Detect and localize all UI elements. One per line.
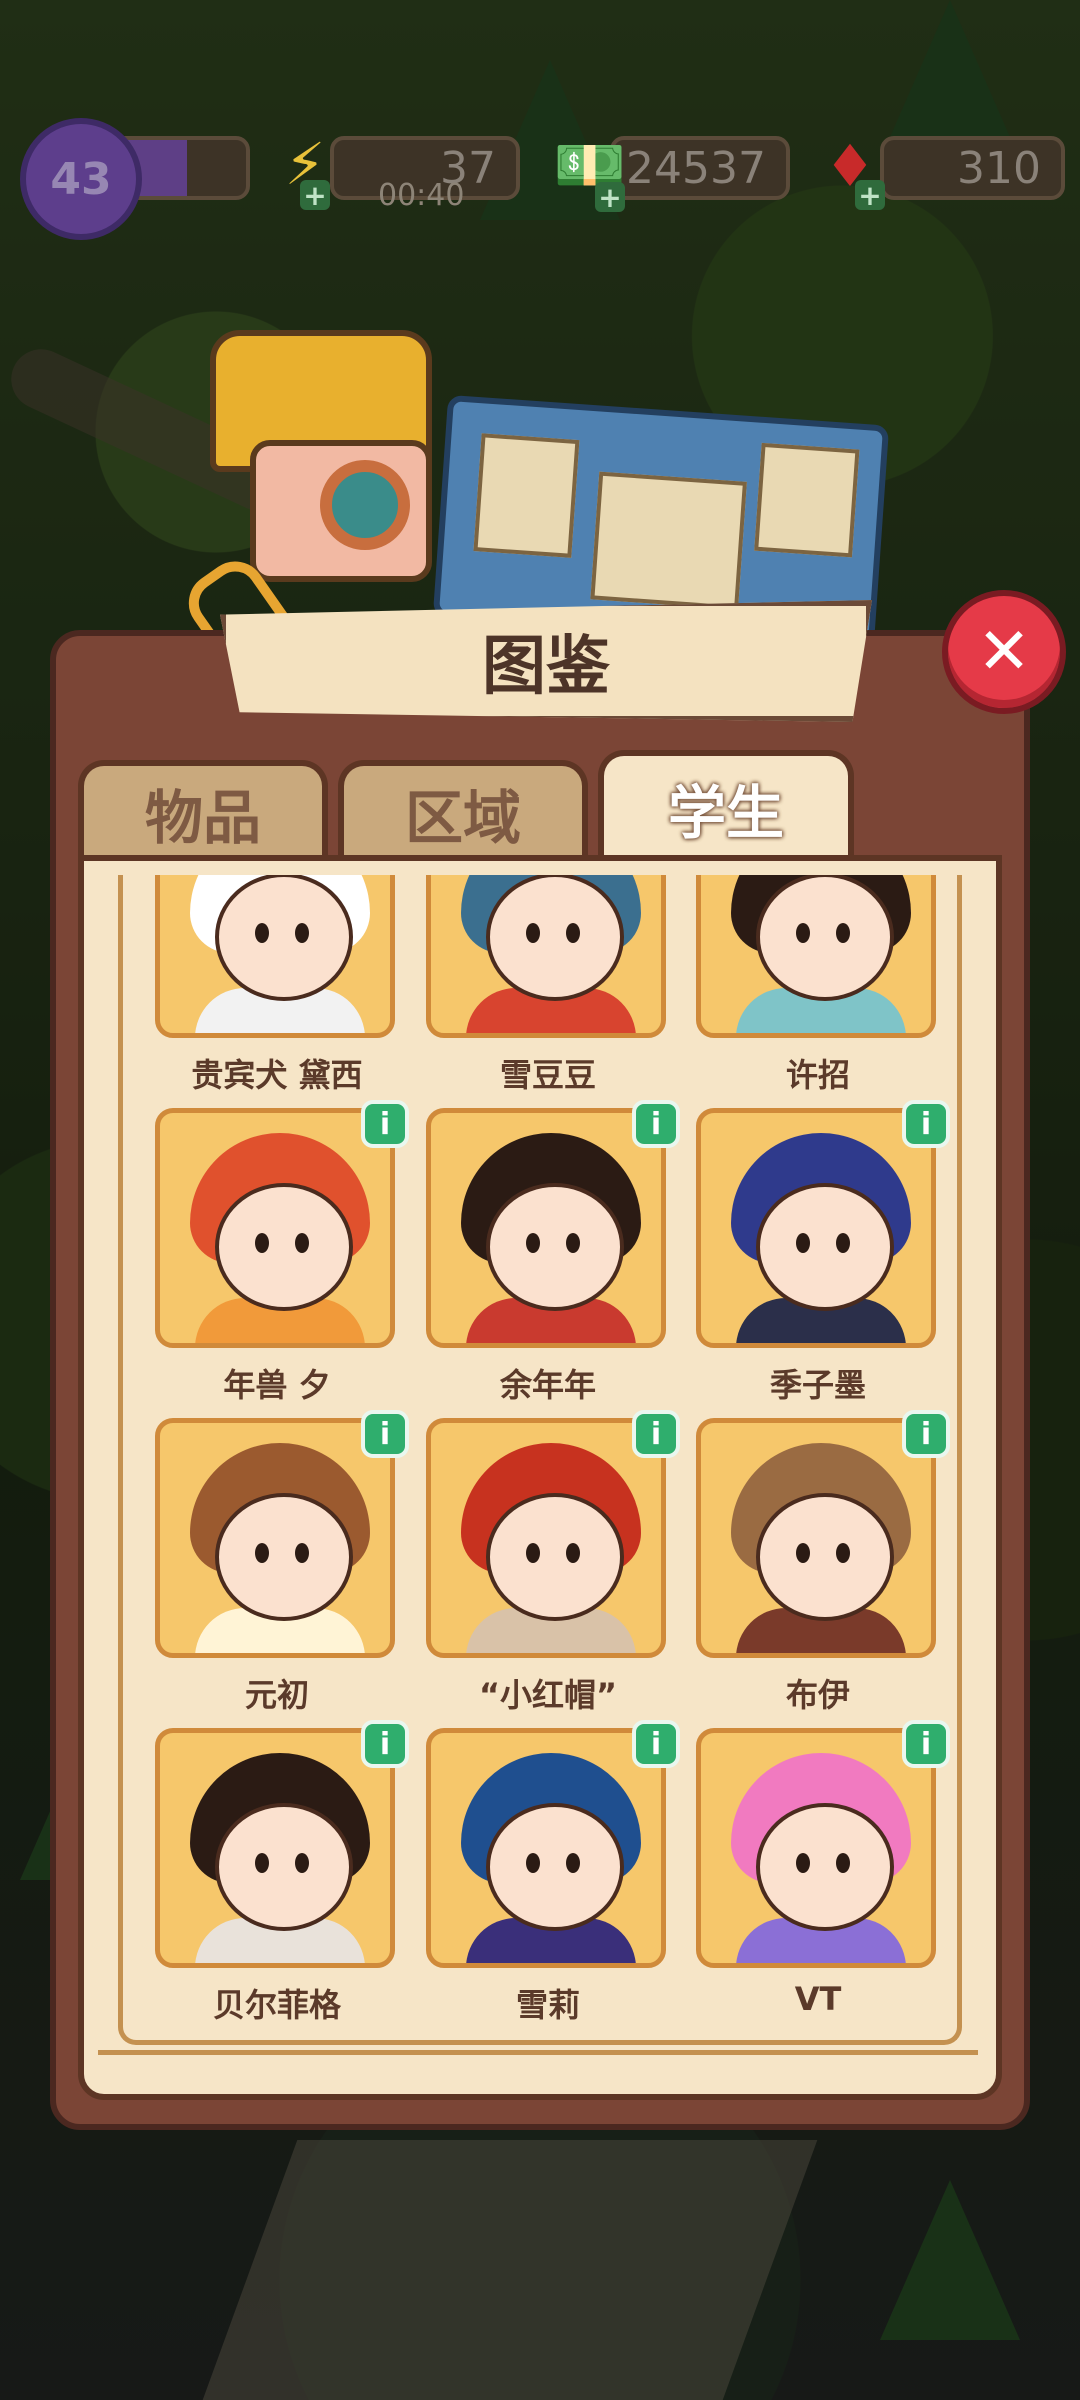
portrait-eye [836,1233,850,1253]
add-energy-button[interactable]: + [300,179,330,212]
student-portrait[interactable] [696,1108,936,1348]
student-name: VT [794,1980,842,2018]
add-gems-button[interactable]: + [855,179,885,212]
portrait-head [756,875,894,1001]
magnifier-illustration [320,460,410,550]
portrait-eye [836,1853,850,1873]
cash-value: 24537 [626,142,766,194]
portrait-head [215,1183,353,1311]
portrait-eye [566,923,580,943]
student-name: “小红帽” [478,1676,618,1714]
paper-note [473,433,580,558]
info-icon[interactable]: i [902,1100,950,1148]
student-portrait[interactable] [155,1108,395,1348]
portrait-eye [836,1543,850,1563]
energy-timer: 00:40 [378,178,465,213]
portrait-eye [566,1543,580,1563]
student-list-scroll[interactable]: 贵宾犬 黛西 雪豆豆 许招 i 年兽 夕 i 余年年 i 季子墨 i 元初 i “小红帽” i 布伊 i 贝尔菲… [118,875,962,2045]
student-name: 元初 [244,1676,309,1714]
portrait-eye [526,1233,540,1253]
portrait-head [756,1183,894,1311]
close-button[interactable]: ✕ [942,590,1066,714]
tab-students[interactable]: 学生 [598,750,854,860]
student-name: 贵宾犬 黛西 [191,1056,363,1094]
portrait-head [215,875,353,1001]
student-portrait[interactable] [696,1728,936,1968]
student-name: 雪莉 [515,1986,580,2024]
paper-note [590,471,747,610]
portrait-eye [566,1853,580,1873]
portrait-head [486,1183,624,1311]
info-icon[interactable]: i [902,1720,950,1768]
portrait-eye [836,923,850,943]
info-icon[interactable]: i [361,1720,409,1768]
info-icon[interactable]: i [902,1410,950,1458]
info-icon[interactable]: i [361,1410,409,1458]
portrait-eye [526,1853,540,1873]
student-name: 季子墨 [769,1366,866,1404]
student-name: 布伊 [785,1676,850,1714]
info-icon[interactable]: i [361,1100,409,1148]
student-name: 贝尔菲格 [212,1986,341,2024]
close-icon: ✕ [977,615,1031,689]
portrait-head [756,1803,894,1931]
top-hud: 43 ⚡ + 37 💵 + 24537 ♦ + 310 [0,118,1080,240]
portrait-eye [295,1233,309,1253]
portrait-eye [295,1543,309,1563]
tab-label: 物品 [144,784,261,852]
student-name: 余年年 [499,1366,596,1404]
portrait-head [486,1803,624,1931]
portrait-eye [526,1543,540,1563]
portrait-eye [796,923,810,943]
add-cash-button[interactable]: + [595,181,625,214]
student-portrait[interactable] [155,875,395,1038]
portrait-eye [796,1853,810,1873]
student-name: 许招 [785,1056,850,1094]
portrait-eye [255,1853,269,1873]
horizontal-scrollbar[interactable] [98,2050,978,2055]
level-badge[interactable]: 43 [20,118,142,240]
portrait-eye [796,1233,810,1253]
portrait-eye [526,923,540,943]
tab-label: 学生 [667,779,784,847]
gem-counter[interactable]: 310 [880,136,1065,200]
portrait-eye [255,1543,269,1563]
student-name: 年兽 夕 [223,1366,331,1404]
portrait-head [215,1803,353,1931]
portrait-head [486,1493,624,1621]
portrait-eye [566,1233,580,1253]
portrait-eye [796,1543,810,1563]
portrait-eye [295,1853,309,1873]
info-icon[interactable]: i [632,1100,680,1148]
tab-areas[interactable]: 区域 [338,760,588,860]
tab-items[interactable]: 物品 [78,760,328,860]
gem-value: 310 [957,142,1041,194]
portrait-head [756,1493,894,1621]
panel-title-banner: 图鉴 [220,600,872,722]
student-name: 雪豆豆 [499,1056,596,1094]
student-portrait[interactable] [426,1108,666,1348]
info-icon[interactable]: i [632,1720,680,1768]
portrait-head [486,875,624,1001]
student-portrait[interactable] [696,875,936,1038]
student-portrait[interactable] [696,1418,936,1658]
student-portrait[interactable] [426,875,666,1038]
cash-counter[interactable]: 24537 [610,136,790,200]
tab-label: 区域 [404,784,521,852]
paper-note [754,442,860,558]
info-icon[interactable]: i [632,1410,680,1458]
student-portrait[interactable] [426,1418,666,1658]
student-portrait[interactable] [155,1728,395,1968]
portrait-head [215,1493,353,1621]
portrait-eye [255,1233,269,1253]
student-portrait[interactable] [426,1728,666,1968]
level-value: 43 [50,153,112,205]
panel-title: 图鉴 [482,630,610,704]
portrait-eye [295,923,309,943]
portrait-eye [255,923,269,943]
student-portrait[interactable] [155,1418,395,1658]
